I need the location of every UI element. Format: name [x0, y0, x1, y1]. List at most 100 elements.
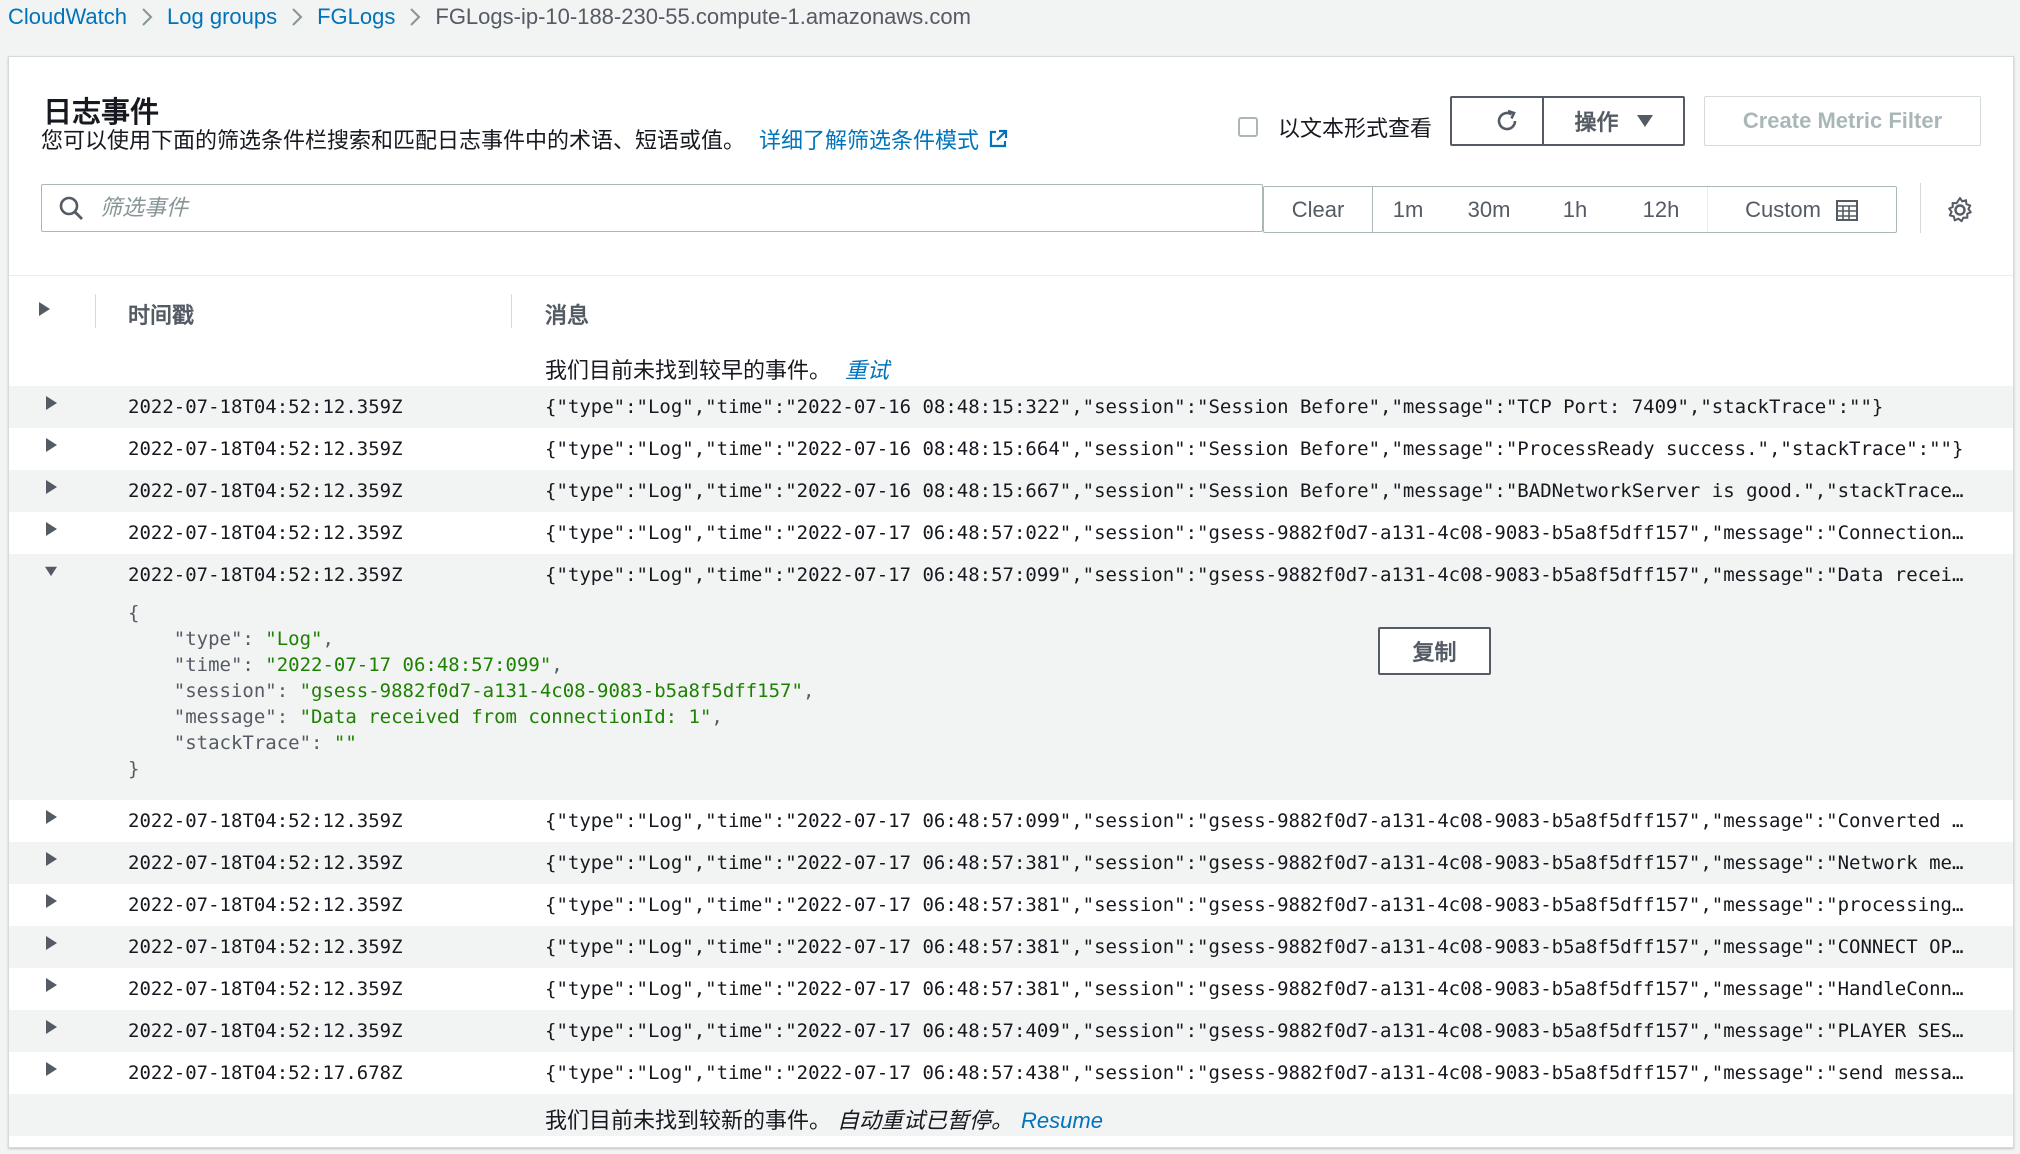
log-events-panel: 日志事件 您可以使用下面的筛选条件栏搜索和匹配日志事件中的术语、短语或值。 详细…	[8, 56, 2014, 1148]
json-key: "message":	[173, 706, 300, 728]
column-header-message[interactable]: 消息	[545, 298, 589, 330]
row-expand-toggle[interactable]	[45, 1062, 65, 1082]
search-icon	[59, 196, 83, 220]
text-view-checkbox[interactable]	[1238, 117, 1258, 137]
json-key: "type":	[173, 628, 266, 650]
range-clear-button[interactable]: Clear	[1264, 187, 1373, 232]
json-field-message: "message": "Data received from connectio…	[128, 706, 723, 728]
json-value: "gsess-9882f0d7-a131-4c08-9083-b5a8f5dff…	[299, 680, 803, 702]
table-row[interactable]: 2022-07-18T04:52:12.359Z {"type":"Log","…	[9, 884, 2013, 926]
breadcrumb: CloudWatch Log groups FGLogs FGLogs-ip-1…	[8, 0, 971, 34]
row-timestamp: 2022-07-18T04:52:12.359Z	[128, 480, 403, 502]
column-divider	[511, 294, 512, 328]
row-timestamp: 2022-07-18T04:52:12.359Z	[128, 852, 403, 874]
row-expand-toggle[interactable]	[45, 810, 65, 830]
json-value: "Log"	[265, 628, 323, 650]
learn-more-link[interactable]: 详细了解筛选条件模式	[759, 123, 1009, 155]
range-custom-button[interactable]: Custom	[1707, 187, 1896, 232]
newer-events-text: 我们目前未找到较新的事件。	[545, 1108, 832, 1133]
newer-events-notice: 我们目前未找到较新的事件。 自动重试已暂停。 Resume	[9, 1094, 2013, 1136]
range-30m-button[interactable]: 30m	[1443, 187, 1535, 232]
table-row[interactable]: 2022-07-18T04:52:12.359Z {"type":"Log","…	[9, 926, 2013, 968]
events-table-body: 我们目前未找到较早的事件。 重试 2022-07-18T04:52:12.359Z…	[9, 344, 2013, 1136]
json-field-time: "time": "2022-07-17 06:48:57:099",	[128, 654, 563, 676]
table-row[interactable]: 2022-07-18T04:52:12.359Z {"type":"Log","…	[9, 386, 2013, 428]
refresh-icon	[1497, 109, 1516, 131]
row-expand-toggle[interactable]	[45, 438, 65, 458]
range-12h-button[interactable]: 12h	[1615, 187, 1707, 232]
json-field-type: "type": "Log",	[128, 628, 334, 650]
caret-right-icon	[46, 480, 57, 494]
json-value: "2022-07-17 06:48:57:099"	[265, 654, 552, 676]
resume-link[interactable]: Resume	[1021, 1108, 1103, 1133]
chevron-right-icon	[395, 6, 435, 28]
learn-more-label: 详细了解筛选条件模式	[759, 128, 980, 153]
caret-right-icon	[46, 396, 57, 410]
copy-button[interactable]: 复制	[1378, 627, 1491, 675]
filter-search-box[interactable]	[41, 184, 1263, 232]
row-timestamp: 2022-07-18T04:52:12.359Z	[128, 522, 403, 544]
expanded-json-detail: { "type": "Log", "time": "2022-07-17 06:…	[9, 596, 2013, 800]
auto-retry-paused-text: 自动重试已暂停。	[837, 1108, 1014, 1133]
breadcrumb-log-groups[interactable]: Log groups	[167, 4, 277, 30]
caret-right-icon	[46, 522, 57, 536]
row-timestamp: 2022-07-18T04:52:17.678Z	[128, 1062, 403, 1084]
table-row[interactable]: 2022-07-18T04:52:12.359Z {"type":"Log","…	[9, 512, 2013, 554]
range-1m-button[interactable]: 1m	[1373, 187, 1443, 232]
row-collapse-toggle[interactable]	[45, 564, 65, 584]
row-message: {"type":"Log","time":"2022-07-17 06:48:5…	[545, 936, 1964, 958]
json-value: ""	[333, 732, 357, 754]
actions-label: 操作	[1574, 110, 1619, 135]
table-row[interactable]: 2022-07-18T04:52:12.359Z {"type":"Log","…	[9, 470, 2013, 512]
row-expand-toggle[interactable]	[45, 978, 65, 998]
column-header-timestamp[interactable]: 时间戳	[128, 298, 194, 330]
older-events-text: 我们目前未找到较早的事件。	[545, 358, 832, 383]
row-message: {"type":"Log","time":"2022-07-16 08:48:1…	[545, 438, 1964, 460]
row-expand-toggle[interactable]	[45, 396, 65, 416]
table-row[interactable]: 2022-07-18T04:52:12.359Z {"type":"Log","…	[9, 800, 2013, 842]
row-expand-toggle[interactable]	[45, 936, 65, 956]
row-timestamp: 2022-07-18T04:52:12.359Z	[128, 564, 403, 586]
row-timestamp: 2022-07-18T04:52:12.359Z	[128, 1020, 403, 1042]
row-message: {"type":"Log","time":"2022-07-17 06:48:5…	[545, 564, 1964, 586]
breadcrumb-fglogs[interactable]: FGLogs	[317, 4, 395, 30]
json-comma: ,	[802, 680, 815, 702]
row-expand-toggle[interactable]	[45, 480, 65, 500]
table-row-expanded[interactable]: 2022-07-18T04:52:12.359Z {"type":"Log","…	[9, 554, 2013, 596]
row-expand-toggle[interactable]	[45, 522, 65, 542]
json-field-session: "session": "gsess-9882f0d7-a131-4c08-908…	[128, 680, 815, 702]
text-view-toggle[interactable]: 以文本形式查看	[1238, 107, 1432, 147]
row-message: {"type":"Log","time":"2022-07-17 06:48:5…	[545, 522, 1964, 544]
external-link-icon	[989, 129, 1008, 148]
row-expand-toggle[interactable]	[45, 852, 65, 872]
json-open-brace: {	[128, 602, 140, 624]
json-key: "session":	[173, 680, 300, 702]
table-row[interactable]: 2022-07-18T04:52:12.359Z {"type":"Log","…	[9, 1010, 2013, 1052]
caret-right-icon	[46, 852, 57, 866]
row-expand-toggle[interactable]	[45, 894, 65, 914]
row-timestamp: 2022-07-18T04:52:12.359Z	[128, 438, 403, 460]
time-range-selector: Clear 1m 30m 1h 12h Custom	[1263, 186, 1897, 233]
caret-right-icon	[46, 978, 57, 992]
table-row[interactable]: 2022-07-18T04:52:12.359Z {"type":"Log","…	[9, 842, 2013, 884]
json-comma: ,	[322, 628, 334, 650]
range-1h-button[interactable]: 1h	[1535, 187, 1615, 232]
breadcrumb-cloudwatch[interactable]: CloudWatch	[8, 4, 127, 30]
chevron-right-icon	[277, 6, 317, 28]
caret-down-icon	[45, 566, 57, 577]
row-message: {"type":"Log","time":"2022-07-17 06:48:5…	[545, 1062, 1964, 1084]
breadcrumb-log-stream: FGLogs-ip-10-188-230-55.compute-1.amazon…	[435, 4, 971, 29]
retry-link[interactable]: 重试	[845, 358, 889, 383]
row-expand-toggle[interactable]	[45, 1020, 65, 1040]
expand-all-toggle[interactable]	[37, 301, 57, 321]
caret-right-icon	[46, 936, 57, 950]
table-row[interactable]: 2022-07-18T04:52:12.359Z {"type":"Log","…	[9, 968, 2013, 1010]
table-row[interactable]: 2022-07-18T04:52:17.678Z {"type":"Log","…	[9, 1052, 2013, 1094]
table-row[interactable]: 2022-07-18T04:52:12.359Z {"type":"Log","…	[9, 428, 2013, 470]
events-table-header: 时间戳 消息	[9, 275, 2013, 345]
gear-icon[interactable]	[1945, 195, 1975, 225]
actions-dropdown-button[interactable]: 操作	[1542, 96, 1685, 146]
create-metric-filter-button[interactable]: Create Metric Filter	[1704, 96, 1981, 146]
caret-right-icon	[46, 894, 57, 908]
filter-events-input[interactable]	[98, 187, 1262, 229]
